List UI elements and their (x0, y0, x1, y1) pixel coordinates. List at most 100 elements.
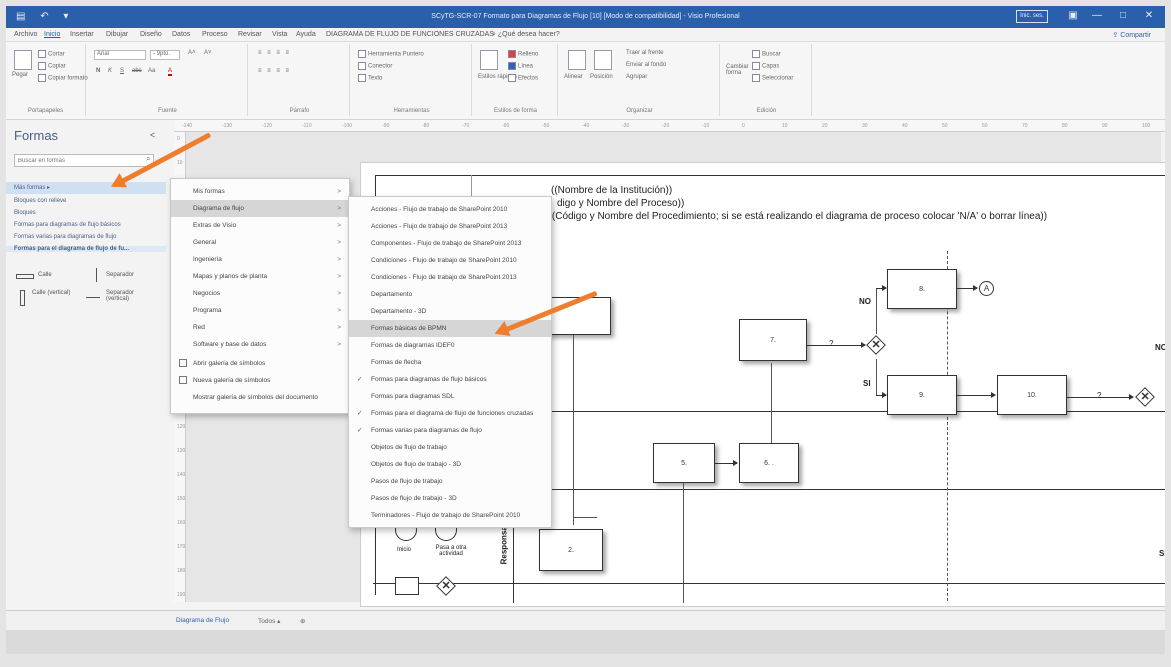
more-shapes-item[interactable]: Más formas ▸ (14, 184, 50, 191)
menu1-item[interactable]: Diagrama de flujo > (171, 200, 349, 217)
flow-box-6[interactable]: 6. . (739, 443, 799, 483)
process-shape-icon[interactable] (395, 577, 419, 595)
menu2-item[interactable]: Acciones - Flujo de trabajo de SharePoin… (349, 218, 551, 235)
effects-button[interactable]: Efectos (508, 74, 538, 82)
bring-front-button[interactable]: Traer al frente (626, 50, 663, 56)
tab-datos[interactable]: Datos (172, 31, 190, 38)
ribbon-display-icon[interactable]: ▣ (1064, 10, 1082, 21)
underline-button[interactable]: S (120, 68, 124, 74)
menu2-item[interactable]: Departamento (349, 286, 551, 303)
menu1-item[interactable]: Mostrar galería de símbolos del document… (171, 389, 349, 406)
stencil-bloques-relieve[interactable]: Bloques con relieve (14, 198, 66, 204)
menu2-item[interactable]: Terminadores - Flujo de trabajo de Share… (349, 507, 551, 524)
menu2-item[interactable]: Formas de flecha (349, 354, 551, 371)
text-tool-button[interactable]: Texto (358, 74, 382, 82)
stencil-flujo-basicos[interactable]: Formas para diagramas de flujo básicos (14, 222, 121, 228)
decision-gateway-2[interactable] (1135, 387, 1155, 407)
menu1-item[interactable]: Mapas y planos de planta > (171, 268, 349, 285)
master-separador-vertical[interactable]: Separador (vertical) (106, 290, 146, 302)
shrink-font-button[interactable]: A˅ (204, 50, 212, 56)
header-process[interactable]: digo y Nombre del Proceso)) (557, 198, 684, 209)
align-buttons-row1[interactable]: ≡ ≡ ≡ ≡ (258, 50, 291, 56)
menu2-item[interactable]: Condiciones - Flujo de trabajo de ShareP… (349, 269, 551, 286)
maximize-button[interactable]: □ (1114, 10, 1132, 21)
menu1-item[interactable]: Abrir galería de símbolos (171, 355, 349, 372)
menu1-item[interactable]: Mis formas > (171, 183, 349, 200)
position-icon[interactable] (594, 50, 612, 70)
flow-box-2[interactable]: 2. (539, 529, 603, 571)
paste-label[interactable]: Pegar (12, 72, 28, 78)
tab-diseno[interactable]: Diseño (140, 31, 162, 38)
menu2-item[interactable]: ✓ Formas para el diagrama de flujo de fun… (349, 405, 551, 422)
line-button[interactable]: Línea (508, 62, 533, 70)
menu2-item[interactable]: Componentes - Flujo de trabajo de ShareP… (349, 235, 551, 252)
italic-button[interactable]: K (108, 68, 112, 74)
flow-box-5[interactable]: 5. (653, 443, 715, 483)
header-procedure[interactable]: : ((Código y Nombre del Procedimiento; s… (543, 211, 1047, 222)
menu2-item[interactable]: Formas para diagramas SDL (349, 388, 551, 405)
flow-box-7[interactable]: 7. (739, 319, 807, 361)
all-pages-button[interactable]: Todos ▴ (258, 617, 280, 625)
group-button[interactable]: Agrupar (626, 74, 647, 80)
tab-inicio[interactable]: Inicio (44, 31, 60, 38)
menu1-item[interactable]: Nueva galería de símbolos (171, 372, 349, 389)
layers-button[interactable]: Capas (752, 62, 779, 70)
page-tab-diagrama[interactable]: Diagrama de Flujo (176, 617, 229, 624)
tab-insertar[interactable]: Insertar (70, 31, 94, 38)
gateway-shape-icon[interactable] (436, 576, 456, 596)
add-page-icon[interactable]: ⊕ (300, 617, 305, 625)
share-button[interactable]: ⇪ Compartir (1112, 31, 1151, 39)
separador-vertical-shape-icon[interactable] (86, 297, 100, 298)
align-label[interactable]: Alinear (564, 74, 583, 80)
menu1-item[interactable]: Red > (171, 319, 349, 336)
paste-icon[interactable] (14, 50, 32, 70)
menu2-item[interactable]: ✓ Formas para diagramas de flujo básicos (349, 371, 551, 388)
calle-vertical-shape-icon[interactable] (20, 290, 25, 306)
calle-shape-icon[interactable] (16, 274, 34, 279)
master-calle[interactable]: Calle (38, 272, 52, 278)
cut-button[interactable]: Cortar (38, 50, 65, 58)
tab-archivo[interactable]: Archivo (14, 31, 37, 38)
close-button[interactable]: ✕ (1140, 10, 1158, 21)
format-painter-button[interactable]: Copiar formato (38, 74, 88, 82)
decision-gateway-1[interactable] (866, 335, 886, 355)
pointer-tool-button[interactable]: Herramienta Puntero (358, 50, 424, 58)
tell-me-search[interactable]: ⌕ ¿Qué desea hacer? (492, 31, 560, 39)
stencil-funciones-cruzadas[interactable]: Formas para el diagrama de flujo de fu..… (6, 246, 166, 252)
menu1-item[interactable]: Programa > (171, 302, 349, 319)
font-family-select[interactable]: Arial (94, 50, 146, 60)
menu2-item[interactable]: Formas de diagramas IDEF0 (349, 337, 551, 354)
menu2-item[interactable]: Objetos de flujo de trabajo - 3D (349, 456, 551, 473)
menu1-item[interactable]: Software y base de datos > (171, 336, 349, 353)
grow-font-button[interactable]: A˄ (188, 50, 196, 56)
change-shape-button[interactable]: Cambiar forma (726, 64, 749, 76)
flow-box-8[interactable]: 8. (887, 269, 957, 309)
change-case-button[interactable]: Aa (148, 68, 155, 74)
connector-button[interactable]: Conector (358, 62, 392, 70)
copy-button[interactable]: Copiar (38, 62, 66, 70)
fill-button[interactable]: Relleno (508, 50, 538, 58)
quick-styles-icon[interactable] (480, 50, 498, 70)
tab-dibujar[interactable]: Dibujar (106, 31, 128, 38)
menu2-item[interactable]: Pasos de flujo de trabajo - 3D (349, 490, 551, 507)
font-size-select[interactable]: - 9pto. (150, 50, 180, 60)
collapse-pane-button[interactable]: < (150, 130, 155, 140)
menu2-item[interactable]: Departamento - 3D (349, 303, 551, 320)
flow-box-9[interactable]: 9. (887, 375, 957, 415)
align-icon[interactable] (568, 50, 586, 70)
tab-diagrama-funciones-cruzadas[interactable]: DIAGRAMA DE FLUJO DE FUNCIONES CRUZADAS (326, 31, 494, 38)
menu1-item[interactable]: Ingeniería > (171, 251, 349, 268)
find-button[interactable]: Buscar (752, 50, 781, 58)
separador-shape-icon[interactable] (96, 268, 97, 282)
minimize-button[interactable]: — (1088, 10, 1106, 21)
align-buttons-row2[interactable]: ≡ ≡ ≡ ≡ (258, 68, 291, 74)
strike-button[interactable]: abc (132, 68, 142, 74)
stencil-bloques[interactable]: Bloques (14, 210, 36, 216)
bold-button[interactable]: N (96, 68, 100, 74)
master-calle-vertical[interactable]: Calle (vertical) (32, 290, 72, 296)
menu2-item[interactable]: Acciones - Flujo de trabajo de SharePoin… (349, 201, 551, 218)
tab-vista[interactable]: Vista (272, 31, 287, 38)
send-back-button[interactable]: Enviar al fondo (626, 62, 666, 68)
menu2-item[interactable]: Objetos de flujo de trabajo (349, 439, 551, 456)
menu1-item[interactable]: General > (171, 234, 349, 251)
